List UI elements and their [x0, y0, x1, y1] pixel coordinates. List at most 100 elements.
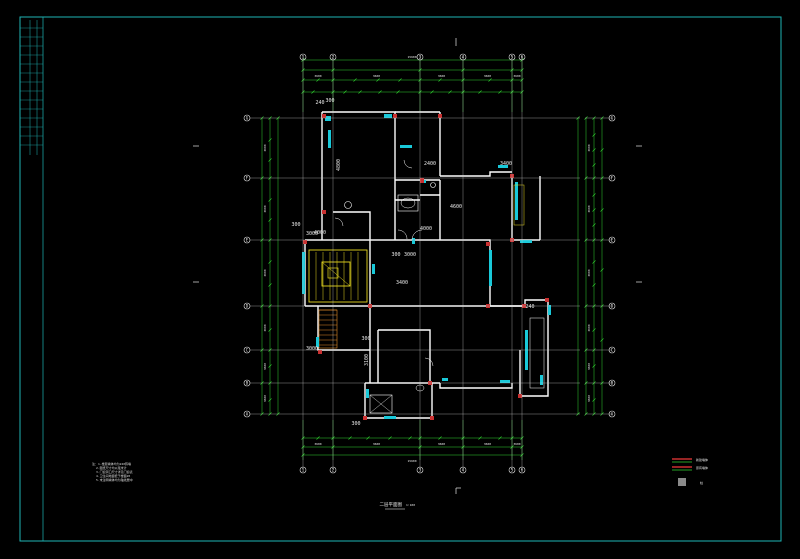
- dimension-value: 3600: [587, 144, 591, 151]
- room-dimension: 3000: [404, 252, 416, 258]
- axis-label: B: [611, 381, 614, 386]
- room-dimension: 300: [361, 336, 370, 342]
- dimension-value: 3600: [587, 205, 591, 212]
- room-dimension: 3100: [364, 354, 370, 366]
- red-marker: [420, 178, 424, 183]
- axis-label: E: [246, 238, 249, 243]
- axis-label: 5: [511, 55, 514, 60]
- dimension-value: 3600: [484, 74, 491, 78]
- column: [322, 114, 326, 118]
- dimension-value: 3600: [513, 442, 520, 446]
- dimension-value: 3600: [438, 442, 445, 446]
- axis-label: A: [246, 412, 249, 417]
- window: [540, 375, 543, 385]
- door-swing: [403, 159, 413, 169]
- window: [372, 264, 375, 274]
- text-layer: 3002404800460030030030004000340030004000…: [291, 98, 535, 510]
- window: [302, 252, 305, 294]
- legend-label: 新建墙体: [696, 457, 708, 462]
- legend-label: 柱: [700, 480, 703, 485]
- window: [489, 250, 492, 286]
- axis-label: 1: [302, 468, 305, 473]
- note-line: 5.未注明墙体均为轴线居中: [96, 478, 133, 482]
- window: [500, 380, 510, 383]
- title-block: [20, 27, 43, 146]
- axis-layer: 1 2 3 4 5 61 2 3 4 5 6GFEDCBAGFEDCBA: [193, 38, 642, 494]
- axis-label: G: [611, 116, 614, 121]
- room-dimension: 300: [351, 421, 360, 427]
- plan-scale: 1:100: [406, 503, 415, 507]
- axis-label: A: [611, 412, 614, 417]
- column: [363, 416, 367, 420]
- wall: [440, 171, 512, 177]
- room-dimension: 300: [325, 98, 334, 104]
- window: [548, 305, 551, 315]
- dimension-value: 15600: [407, 55, 416, 59]
- column: [518, 394, 522, 398]
- room-dimension: 240: [315, 100, 324, 106]
- axis-label: 2: [332, 55, 335, 60]
- room-dimension: 300: [291, 222, 300, 228]
- dimension-value: 3600: [438, 74, 445, 78]
- legend-swatch: [678, 478, 686, 486]
- axis-label: 2: [332, 468, 335, 473]
- axis-label: E: [611, 238, 614, 243]
- room-dimension: 3400: [500, 161, 512, 167]
- window: [412, 238, 415, 244]
- room-dimension: 4600: [450, 204, 462, 210]
- dimension-value: 3600: [587, 324, 591, 331]
- dimension-value: 3600: [263, 324, 267, 331]
- room-dimension: 240: [525, 304, 534, 310]
- design-notes: 注：1.楼层墙体均为240砖墙 2.图纸尺寸均以毫米计 3.门窗洞口尺寸详见门窗…: [92, 462, 212, 482]
- window: [515, 182, 518, 220]
- wall: [378, 329, 431, 383]
- wall: [439, 383, 513, 389]
- axis-label: G: [246, 116, 249, 121]
- dimension-value: 3600: [314, 74, 321, 78]
- room-dimension: 4000: [420, 226, 432, 232]
- dimension-value: 3600: [513, 74, 520, 78]
- dimension-value: 3600: [263, 205, 267, 212]
- wall-layer: [302, 111, 551, 420]
- axis-label: B: [246, 381, 249, 386]
- dimension-value: 3600: [314, 442, 321, 446]
- stair: [308, 249, 368, 303]
- window: [328, 130, 331, 148]
- window: [384, 416, 396, 419]
- window: [520, 240, 532, 243]
- legend: 新建墙体原有墙体柱: [672, 457, 708, 486]
- wall: [490, 299, 549, 397]
- column: [318, 350, 322, 354]
- room-dimension: 3000: [306, 346, 318, 352]
- room-dimension: 300: [391, 252, 400, 258]
- room-dimension: 4000: [314, 230, 326, 236]
- axis-label: C: [611, 348, 614, 353]
- stair-arrow: [321, 261, 351, 287]
- column: [303, 240, 307, 244]
- legend-label: 原有墙体: [696, 465, 708, 470]
- dimension-value: 3600: [587, 395, 591, 402]
- stair-lower: [318, 309, 338, 349]
- window: [366, 389, 369, 398]
- wall: [317, 306, 370, 351]
- dimension-value: 3600: [263, 363, 267, 370]
- axis-label: F: [611, 176, 614, 181]
- axis-label: C: [246, 348, 249, 353]
- door-swing: [334, 217, 344, 227]
- dimension-value: 3600: [263, 144, 267, 151]
- axis-label: 3: [419, 468, 422, 473]
- axis-label: F: [246, 176, 249, 181]
- column: [393, 114, 397, 118]
- door-swing: [397, 229, 408, 240]
- column: [322, 210, 326, 214]
- door-swing: [424, 357, 434, 367]
- axis-label: 5: [511, 468, 514, 473]
- wall: [370, 239, 491, 306]
- window: [384, 114, 392, 118]
- dimension-value: 15600: [407, 459, 416, 463]
- toilet-icon: [344, 201, 352, 209]
- stair-outline: [318, 309, 338, 349]
- basin-icon: [430, 182, 436, 188]
- dimension-value: 3600: [263, 269, 267, 276]
- dimension-value: 3600: [587, 363, 591, 370]
